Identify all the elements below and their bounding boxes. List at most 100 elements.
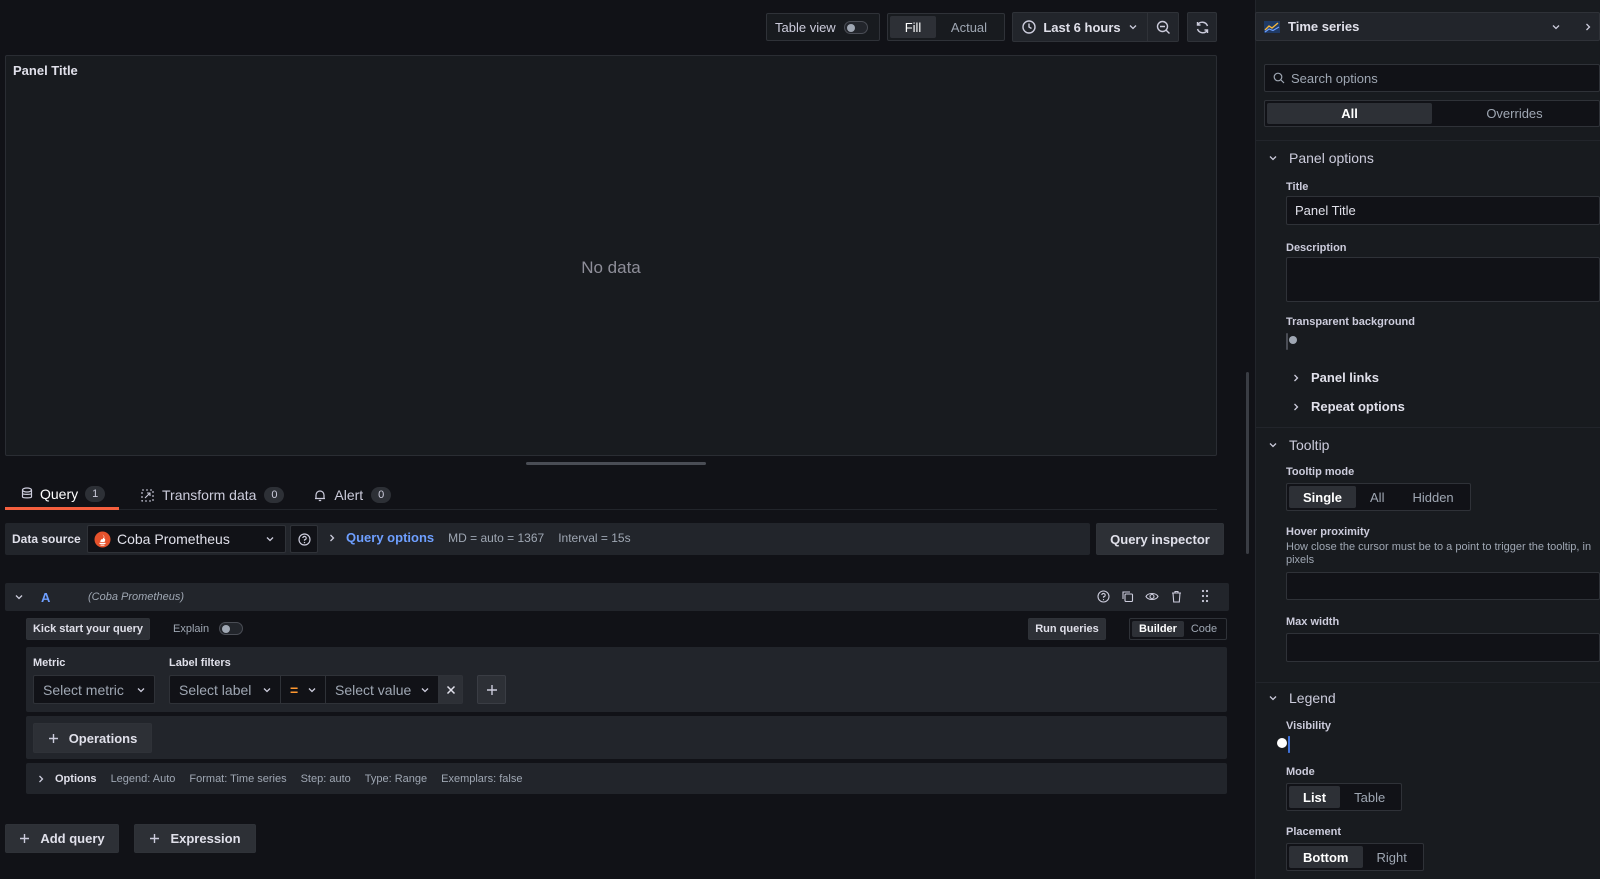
kick-start-button[interactable]: Kick start your query [26, 618, 150, 640]
legend-mode-table[interactable]: Table [1340, 786, 1399, 808]
tooltip-mode-all[interactable]: All [1356, 486, 1398, 508]
add-query-label: Add query [40, 831, 105, 846]
tooltip-mode-hidden[interactable]: Hidden [1398, 486, 1467, 508]
explain-switch[interactable] [219, 622, 244, 635]
chevron-right-icon [1294, 374, 1299, 381]
tab-transform-count: 0 [264, 487, 285, 503]
repeat-options-toggle[interactable]: Repeat options [1292, 399, 1405, 414]
data-source-help-button[interactable] [290, 525, 318, 553]
viz-picker[interactable]: Time series [1255, 12, 1600, 41]
tab-overrides[interactable]: Overrides [1432, 103, 1597, 124]
divider [1255, 140, 1600, 141]
chevron-down-icon [1129, 25, 1137, 30]
tab-all[interactable]: All [1267, 103, 1432, 124]
tab-transform[interactable]: Transform data 0 [119, 480, 285, 510]
chevron-down-icon [421, 687, 429, 692]
tooltip-header[interactable]: Tooltip [1268, 437, 1329, 453]
tab-alert[interactable]: Alert 0 [284, 480, 392, 510]
panel-options-header[interactable]: Panel options [1268, 150, 1374, 166]
trash-icon[interactable] [1170, 590, 1183, 603]
tooltip-mode-label: Tooltip mode [1286, 466, 1355, 478]
query-inspector-button[interactable]: Query inspector [1096, 523, 1224, 555]
tab-alert-count: 0 [371, 487, 392, 503]
chevron-down-icon [1269, 696, 1277, 701]
tab-transform-label: Transform data [162, 487, 257, 503]
data-source-label: Data source [12, 532, 81, 546]
chevron-right-icon[interactable] [1583, 22, 1593, 32]
value-select[interactable]: Select value [325, 675, 439, 704]
clock-icon [1022, 20, 1037, 34]
zoom-out-button[interactable] [1147, 12, 1179, 42]
eye-icon[interactable] [1145, 590, 1159, 603]
time-range-label: Last 6 hours [1043, 19, 1121, 35]
no-data-message: No data [581, 258, 641, 277]
prometheus-logo-icon [94, 531, 111, 547]
explain-toggle[interactable]: Explain [173, 622, 244, 635]
drag-handle-icon[interactable] [1200, 589, 1210, 603]
expression-button[interactable]: Expression [134, 824, 256, 853]
metric-label: Metric [33, 657, 66, 669]
placement-group: Bottom Right [1286, 843, 1424, 871]
run-queries-button[interactable]: Run queries [1028, 618, 1106, 640]
operations-label: Operations [68, 730, 138, 746]
builder-code-toggle: Builder Code [1129, 618, 1227, 640]
builder-option[interactable]: Builder [1132, 621, 1184, 637]
placement-right[interactable]: Right [1363, 846, 1421, 868]
time-range-picker[interactable]: Last 6 hours [1012, 12, 1148, 42]
add-query-button[interactable]: Add query [5, 824, 119, 853]
legend-header[interactable]: Legend [1268, 690, 1336, 706]
code-option[interactable]: Code [1184, 621, 1224, 637]
legend-mode-list[interactable]: List [1289, 786, 1341, 808]
title-input[interactable]: Panel Title [1286, 196, 1600, 225]
plus-icon [48, 733, 58, 743]
options-row[interactable]: Options Legend: Auto Format: Time series… [26, 763, 1227, 794]
query-options-label: Query options [346, 530, 435, 545]
panel-resize-handle[interactable] [526, 462, 706, 465]
transparent-bg-switch[interactable] [1286, 333, 1288, 350]
refresh-button[interactable] [1187, 12, 1217, 42]
divider [1255, 427, 1600, 428]
operator-select[interactable]: = [280, 675, 326, 704]
description-textarea[interactable] [1286, 257, 1600, 302]
chevron-down-icon [263, 687, 271, 692]
viz-name: Time series [1288, 19, 1360, 34]
chevron-down-icon [137, 687, 145, 692]
options-label: Options [55, 772, 97, 785]
editor-tabs: Query 1 Transform data 0 Alert 0 [5, 480, 1217, 510]
actual-button[interactable]: Actual [936, 16, 1002, 38]
panel-links-toggle[interactable]: Panel links [1292, 370, 1379, 385]
tab-query[interactable]: Query 1 [5, 480, 119, 510]
label-select[interactable]: Select label [169, 675, 281, 704]
query-letter[interactable]: A [41, 590, 50, 605]
placement-label: Placement [1286, 826, 1342, 838]
tooltip-mode-single[interactable]: Single [1289, 486, 1357, 508]
transparent-bg-label: Transparent background [1286, 316, 1415, 328]
collapse-query-icon[interactable] [14, 592, 24, 602]
add-filter-button[interactable] [477, 675, 506, 704]
transform-icon [141, 488, 154, 502]
metric-select[interactable]: Select metric [33, 675, 155, 704]
value-placeholder: Select value [335, 681, 412, 698]
metric-placeholder: Select metric [43, 681, 124, 698]
table-view-toggle[interactable]: Table view [766, 13, 880, 41]
data-source-picker[interactable]: Coba Prometheus [87, 525, 286, 553]
remove-filter-button[interactable] [439, 675, 463, 704]
scrollbar-thumb[interactable] [1246, 372, 1249, 554]
query-source-name: (Coba Prometheus) [88, 591, 184, 603]
operations-button[interactable]: Operations [33, 723, 152, 753]
label-filters-label: Label filters [169, 657, 231, 669]
fill-button[interactable]: Fill [890, 16, 936, 38]
max-width-input[interactable] [1286, 633, 1600, 662]
table-view-switch[interactable] [843, 20, 868, 34]
hover-proximity-input[interactable] [1286, 572, 1600, 600]
query-options-toggle[interactable]: Query options MD = auto = 1367 Interval … [328, 530, 631, 545]
chevron-right-icon [39, 775, 44, 782]
search-options-input[interactable]: Search options [1264, 64, 1600, 92]
help-icon[interactable] [1097, 589, 1110, 603]
duplicate-icon[interactable] [1121, 590, 1134, 603]
refresh-icon [1196, 21, 1208, 33]
tab-query-label: Query [40, 485, 79, 502]
visibility-switch[interactable] [1288, 736, 1290, 753]
placement-bottom[interactable]: Bottom [1289, 846, 1363, 868]
search-placeholder: Search options [1291, 70, 1378, 86]
